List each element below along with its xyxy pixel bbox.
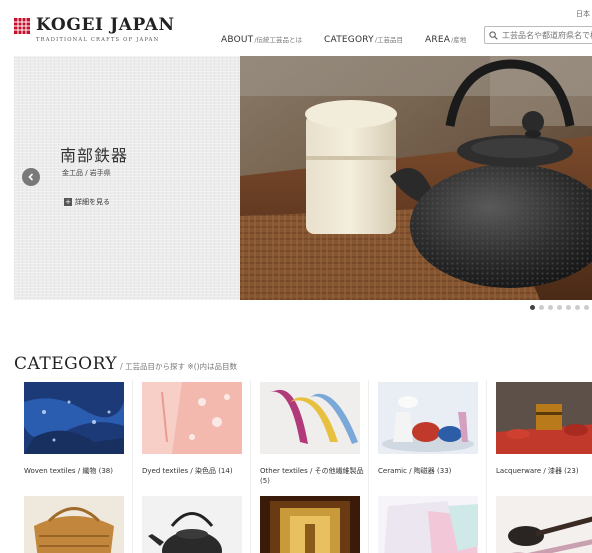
nav-area-label: AREA [425, 35, 451, 45]
category-card-ceramic[interactable]: Ceramic / 陶磁器 (33) [368, 376, 486, 476]
category-card-metalwork[interactable] [132, 490, 250, 553]
category-card-other-textiles[interactable]: Other textiles / その他繊維製品 (5) [250, 376, 368, 486]
nav-category[interactable]: CATEGORY/工芸品目 [324, 34, 403, 45]
hero-title: 南部鉄器 [60, 146, 129, 165]
category-card-butsudan[interactable] [250, 490, 368, 553]
category-card-lacquerware[interactable]: Lacquerware / 漆器 (23) [486, 376, 592, 476]
category-title: CATEGORY [14, 354, 118, 374]
language-switch[interactable]: 日本 [576, 9, 590, 19]
woven-textiles-image [24, 382, 124, 454]
slider-dot[interactable] [566, 305, 571, 310]
washi-paper-image [378, 496, 478, 553]
logo-grid-icon [14, 18, 30, 34]
search-input[interactable] [502, 30, 592, 40]
iron-kettle-image [142, 496, 242, 553]
site-logo[interactable]: KOGEI JAPAN TRADITIONAL CRAFTS OF JAPAN [14, 16, 175, 43]
nav-about-label: ABOUT [221, 35, 254, 45]
hero-slider: 南部鉄器 金工品 / 岩手県 + 詳細を見る [14, 56, 592, 300]
main-nav: ABOUT/伝統工芸品とは CATEGORY/工芸品目 AREA/産地 [221, 34, 488, 45]
slider-dot[interactable] [584, 305, 589, 310]
slider-dot[interactable] [530, 305, 535, 310]
category-subtitle: / 工芸品目から探す ※()内は品目数 [120, 362, 238, 371]
category-card-woven[interactable]: Woven textiles / 織物 (38) [14, 376, 132, 476]
nav-area-sub: /産地 [451, 36, 467, 44]
slider-prev-button[interactable] [22, 168, 40, 186]
slider-dot[interactable] [539, 305, 544, 310]
altar-image [260, 496, 360, 553]
nav-about-sub: /伝統工芸品とは [254, 36, 303, 44]
slider-pagination [530, 305, 592, 310]
category-label: Ceramic / 陶磁器 (33) [378, 467, 452, 475]
hero-subtitle: 金工品 / 岩手県 [62, 169, 111, 177]
category-card-dyed[interactable]: Dyed textiles / 染色品 (14) [132, 376, 250, 476]
basket-image [24, 496, 124, 553]
category-card-washi[interactable] [368, 490, 486, 553]
nav-category-label: CATEGORY [324, 35, 374, 45]
category-card-woodwork[interactable] [14, 490, 132, 553]
search-icon [489, 30, 498, 40]
search-box[interactable] [484, 26, 592, 44]
ceramic-image [378, 382, 478, 454]
nav-category-sub: /工芸品目 [374, 36, 404, 44]
hero-more-label: 詳細を見る [75, 198, 110, 206]
nav-about[interactable]: ABOUT/伝統工芸品とは [221, 34, 302, 45]
category-label: Lacquerware / 漆器 (23) [496, 467, 579, 475]
category-card-brushes[interactable] [486, 490, 592, 553]
dyed-textiles-image [142, 382, 242, 454]
nav-area[interactable]: AREA/産地 [425, 34, 466, 45]
other-textiles-image [260, 382, 360, 454]
slider-dot[interactable] [557, 305, 562, 310]
category-label: Other textiles / その他繊維製品 (5) [260, 467, 364, 485]
slider-dot[interactable] [548, 305, 553, 310]
logo-title: KOGEI JAPAN [36, 15, 175, 35]
lacquerware-image [496, 382, 592, 454]
brushes-image [496, 496, 592, 553]
logo-subtitle: TRADITIONAL CRAFTS OF JAPAN [36, 37, 160, 43]
category-label: Woven textiles / 織物 (38) [24, 467, 113, 475]
site-header: KOGEI JAPAN TRADITIONAL CRAFTS OF JAPAN … [0, 0, 592, 56]
hero-teapot-image [240, 56, 592, 300]
category-label: Dyed textiles / 染色品 (14) [142, 467, 233, 475]
plus-icon: + [64, 198, 72, 206]
chevron-left-icon [28, 173, 34, 181]
slider-dot[interactable] [575, 305, 580, 310]
category-heading: CATEGORY / 工芸品目から探す ※()内は品目数 [14, 354, 237, 374]
hero-more-link[interactable]: + 詳細を見る [64, 197, 110, 207]
hero-info-panel: 南部鉄器 金工品 / 岩手県 + 詳細を見る [14, 56, 240, 300]
